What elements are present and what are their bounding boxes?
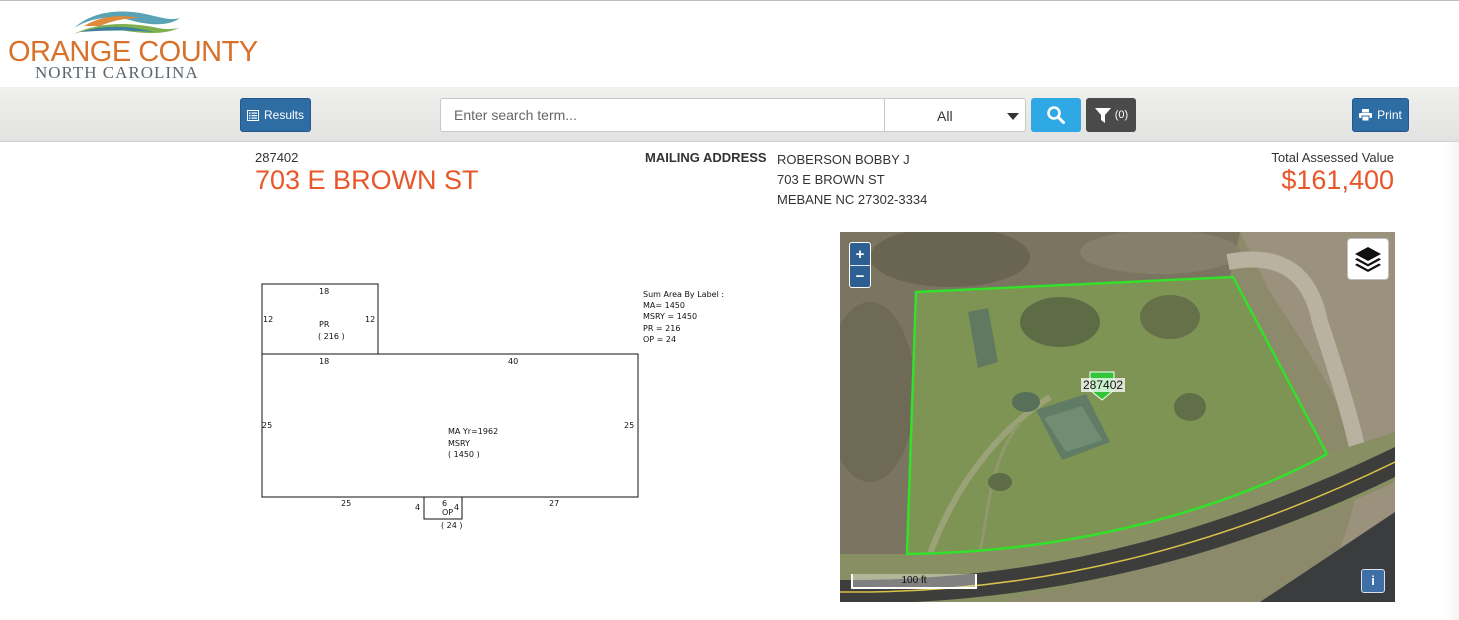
sketch-dim: 25 (624, 421, 634, 430)
sketch-label: MSRY (448, 439, 470, 448)
search-button[interactable] (1031, 98, 1081, 132)
sketch-legend-title: Sum Area By Label : (643, 290, 724, 299)
filter-count: (0) (1114, 109, 1129, 121)
zoom-in-button[interactable]: + (850, 243, 870, 265)
layers-button[interactable] (1347, 238, 1389, 280)
sketch-dim: 25 (341, 499, 351, 508)
sketch-dim: 6 (442, 499, 447, 508)
mailing-street: 703 E BROWN ST (777, 172, 885, 187)
sketch-area: ( 24 ) (441, 521, 463, 530)
chevron-down-icon (1007, 113, 1019, 120)
sketch-label: OP (442, 508, 453, 517)
assessed-value-label: Total Assessed Value (1271, 150, 1394, 165)
printer-icon (1359, 109, 1373, 121)
assessed-value: $161,400 (1281, 165, 1394, 195)
sketch-dim: 25 (262, 421, 272, 430)
parcel-id: 287402 (255, 150, 299, 165)
mailing-address-label: MAILING ADDRESS (645, 150, 767, 165)
layers-icon (1355, 247, 1381, 272)
county-logo[interactable]: ORANGE COUNTY NORTH CAROLINA (8, 6, 258, 82)
sketch-dim: 4 (454, 503, 459, 512)
search-scope-select[interactable]: All (884, 98, 1026, 132)
map-info-button[interactable]: i (1361, 569, 1385, 593)
zoom-control: + − (849, 242, 871, 288)
search-toolbar: Results All (0) Print (0, 87, 1459, 142)
sketch-dim: 27 (549, 499, 559, 508)
page-edge-shadow (1444, 142, 1459, 620)
sketch-main-outline (261, 353, 639, 498)
sketch-area: ( 216 ) (318, 332, 345, 341)
map-parcel-label[interactable]: 287402 (1081, 378, 1126, 392)
sketch-dim: 18 (319, 287, 329, 296)
zoom-out-button[interactable]: − (850, 265, 870, 287)
sketch-dim: 18 (319, 357, 329, 366)
sketch-legend-line: OP = 24 (643, 335, 676, 344)
sketch-dim: 12 (263, 315, 273, 324)
map-scale-bar: 100 ft (851, 574, 977, 589)
sketch-dim: 12 (365, 315, 375, 324)
results-button[interactable]: Results (240, 98, 311, 132)
sketch-legend-line: MA= 1450 (643, 301, 685, 310)
sketch-label: PR (319, 320, 330, 329)
building-sketch: 18 12 12 PR ( 216 ) 18 40 25 25 MA Yr=19… (261, 283, 724, 530)
sketch-legend-line: MSRY = 1450 (643, 312, 697, 321)
top-border (0, 0, 1459, 1)
search-scope-value: All (937, 108, 953, 124)
filter-icon (1094, 107, 1111, 123)
aerial-imagery (840, 232, 1395, 602)
logo-waves-icon (74, 11, 180, 34)
mailing-address: ROBERSON BOBBY J 703 E BROWN ST MEBANE N… (777, 150, 927, 210)
results-label: Results (263, 108, 304, 122)
search-icon (1047, 106, 1065, 124)
print-button[interactable]: Print (1352, 98, 1409, 132)
logo-subtitle: NORTH CAROLINA (35, 63, 199, 82)
sketch-dim: 4 (415, 503, 420, 512)
mailing-city: MEBANE NC 27302-3334 (777, 192, 928, 207)
sketch-legend-line: PR = 216 (643, 324, 680, 333)
sketch-label: MA Yr=1962 (448, 427, 498, 436)
mailing-name: ROBERSON BOBBY J (777, 152, 910, 167)
parcel-map[interactable]: 287402 + − 100 ft i (840, 232, 1395, 602)
print-label: Print (1377, 108, 1402, 122)
sketch-dim: 40 (508, 357, 518, 366)
search-input[interactable] (440, 98, 885, 132)
property-address: 703 E BROWN ST (255, 165, 479, 195)
list-icon (246, 109, 259, 121)
filter-button[interactable]: (0) (1086, 98, 1136, 132)
sketch-area: ( 1450 ) (448, 450, 480, 459)
